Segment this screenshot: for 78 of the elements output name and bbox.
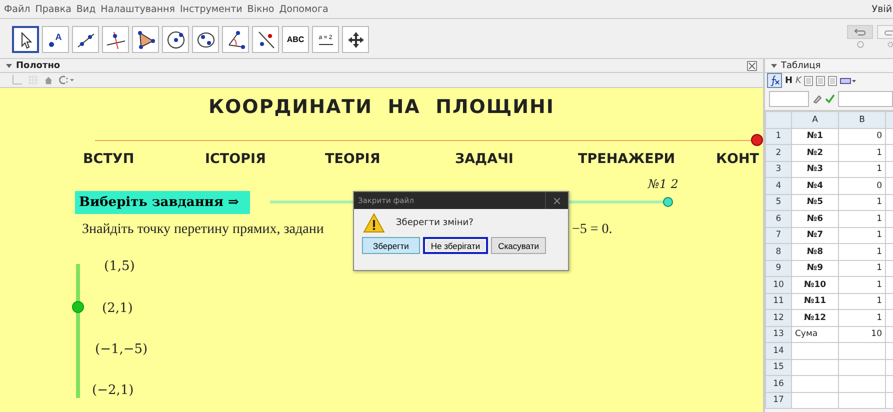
row-header[interactable]: 3 [766, 161, 792, 178]
menu-item[interactable]: Інструменти [180, 4, 242, 14]
nav-link[interactable]: ЗАДАЧІ [455, 151, 514, 167]
dialog-button[interactable]: Не зберігати [422, 237, 488, 254]
bold-button[interactable]: H [785, 76, 793, 86]
row-header[interactable]: 8 [766, 244, 792, 260]
table-cell: №10 [804, 280, 826, 290]
nav-link[interactable]: ІСТОРІЯ [205, 151, 266, 167]
table-cell: №6 [806, 214, 824, 224]
row-header[interactable]: 6 [766, 210, 792, 227]
row-header[interactable]: 17 [766, 392, 792, 408]
table-cell: №11 [804, 296, 826, 306]
row-header[interactable]: 2 [766, 144, 792, 161]
nav-link[interactable]: ТРЕНАЖЕРИ [578, 151, 676, 167]
question-text: Знайдіть точку перетину прямих, задани [82, 222, 324, 238]
table-cell: Сума [795, 329, 818, 340]
table-cell: 1 [876, 296, 882, 306]
dialog-message: Зберегти зміни? [396, 218, 474, 228]
table-cell: 0 [876, 180, 882, 191]
table-cell: №7 [806, 230, 824, 240]
panel-title[interactable]: Полотно [6, 60, 60, 70]
table-cell: 1 [876, 164, 882, 174]
table-cell: 1 [876, 214, 882, 224]
row-header[interactable]: 9 [766, 260, 792, 276]
answer-option[interactable]: (−2,1) [92, 383, 134, 398]
menu-item[interactable]: Налаштування [100, 4, 175, 14]
row-header[interactable]: 16 [766, 376, 792, 392]
table-cell: 1 [876, 197, 882, 208]
table-cell: 10 [871, 329, 882, 340]
menu-item[interactable]: Файл [4, 4, 30, 14]
table-cell: 1 [876, 312, 882, 323]
column-header[interactable]: A [792, 112, 838, 128]
nav-link[interactable]: КОНТ [716, 151, 760, 167]
nav-link[interactable]: ВСТУП [83, 151, 134, 167]
choose-task-button[interactable]: Виберіть завдання ⇒ [75, 191, 250, 214]
table-cell: 1 [876, 148, 882, 158]
nav-link[interactable]: ТЕОРІЯ [325, 151, 380, 167]
menu-item[interactable]: Правка [35, 4, 72, 14]
page-title: КООРДИНАТИ НА ПЛОЩИНІ [207, 96, 556, 118]
row-header[interactable]: 15 [766, 359, 792, 376]
table-cell: 1 [876, 280, 882, 290]
table-cell: №8 [806, 246, 824, 257]
table-cell: 0 [876, 131, 882, 142]
tool-button[interactable]: ABC [282, 26, 309, 53]
table-cell: 1 [876, 263, 882, 274]
answer-option[interactable]: (−1,−5) [95, 342, 148, 357]
tool-button[interactable]: A [42, 26, 69, 53]
table-cell: №2 [806, 148, 824, 158]
table-cell: №4 [806, 180, 824, 191]
answer-option[interactable]: (1,5) [104, 259, 135, 274]
row-header[interactable]: 14 [766, 342, 792, 359]
row-header[interactable]: 10 [766, 276, 792, 293]
sign-in-link[interactable]: Увій [872, 4, 893, 14]
table-cell: №1 [806, 131, 824, 142]
table-cell: 1 [876, 230, 882, 240]
row-header[interactable]: 4 [766, 178, 792, 194]
answer-option[interactable]: (2,1) [102, 301, 133, 316]
row-header[interactable]: 1 [766, 128, 792, 144]
menu-item[interactable]: Допомога [279, 4, 328, 14]
column-header[interactable]: B [838, 112, 886, 128]
row-header[interactable]: 13 [766, 326, 792, 342]
panel-title[interactable]: Таблиця [771, 60, 821, 70]
italic-button[interactable]: K [796, 76, 802, 86]
table-cell: №3 [806, 164, 824, 174]
row-header[interactable]: 7 [766, 227, 792, 244]
row-header[interactable]: 11 [766, 293, 792, 310]
dialog-button[interactable]: Зберегти [362, 237, 420, 254]
row-header[interactable]: 5 [766, 194, 792, 210]
question-text: −5 = 0. [572, 222, 612, 238]
table-cell: №5 [806, 197, 824, 208]
row-header[interactable]: 12 [766, 310, 792, 326]
task-number: №1 2 [648, 177, 678, 191]
menu-item[interactable]: Вікно [247, 4, 274, 14]
table-cell: №12 [804, 312, 826, 323]
table-cell: 1 [876, 246, 882, 257]
table-cell: №9 [806, 263, 824, 274]
dialog-button[interactable]: Скасувати [491, 237, 546, 254]
menu-item[interactable]: Вид [76, 4, 96, 14]
